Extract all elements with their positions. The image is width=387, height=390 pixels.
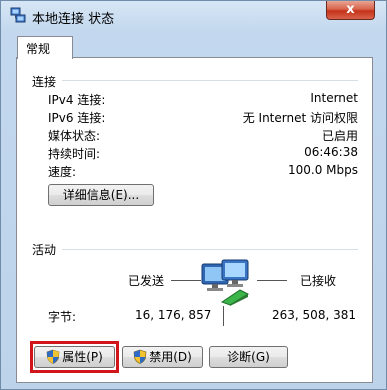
received-line	[257, 280, 287, 281]
ipv4-value: Internet	[310, 91, 358, 105]
ipv6-label: IPv6 连接:	[48, 111, 106, 125]
title-bar[interactable]: 本地连接 状态 x	[1, 1, 386, 31]
network-activity-icon	[201, 259, 250, 306]
ipv4-label: IPv4 连接:	[48, 93, 106, 107]
bytes-label: 字节:	[48, 310, 77, 324]
tab-panel: 连接 IPv4 连接: Internet IPv6 连接: 无 Internet…	[16, 57, 373, 383]
duration-value: 06:46:38	[304, 145, 358, 159]
bytes-received-value: 263, 508, 381	[272, 308, 356, 322]
activity-connector	[223, 306, 224, 326]
tab-general[interactable]: 常规	[17, 36, 73, 59]
bytes-sent-value: 16, 176, 857	[135, 308, 212, 322]
uac-shield-icon	[133, 349, 147, 364]
speed-label: 速度:	[48, 165, 77, 179]
disable-button-label: 禁用(D)	[149, 350, 192, 364]
close-icon: x	[346, 2, 355, 17]
connection-divider	[62, 80, 358, 81]
connection-group-label: 连接	[32, 75, 57, 89]
duration-label: 持续时间:	[48, 147, 101, 161]
received-label: 已接收	[300, 274, 337, 288]
activity-divider	[62, 249, 358, 250]
diagnose-button[interactable]: 诊断(G)	[209, 346, 288, 368]
sent-label: 已发送	[128, 274, 165, 288]
speed-value: 100.0 Mbps	[287, 163, 358, 177]
network-connection-icon	[10, 7, 26, 23]
sent-line	[171, 280, 201, 281]
status-dialog: 本地连接 状态 x 常规 连接 IPv4 连接: Internet IPv6 连…	[0, 0, 387, 390]
close-button[interactable]: x	[326, 1, 375, 20]
media-state-label: 媒体状态:	[48, 129, 101, 143]
media-state-value: 已启用	[321, 129, 358, 143]
ipv6-value: 无 Internet 访问权限	[242, 111, 358, 125]
tab-general-label: 常规	[26, 42, 51, 56]
details-button[interactable]: 详细信息(E)...	[48, 184, 154, 206]
highlight-box	[30, 341, 119, 373]
disable-button[interactable]: 禁用(D)	[122, 346, 203, 368]
activity-group-label: 活动	[32, 243, 57, 257]
window-title: 本地连接 状态	[32, 12, 115, 27]
